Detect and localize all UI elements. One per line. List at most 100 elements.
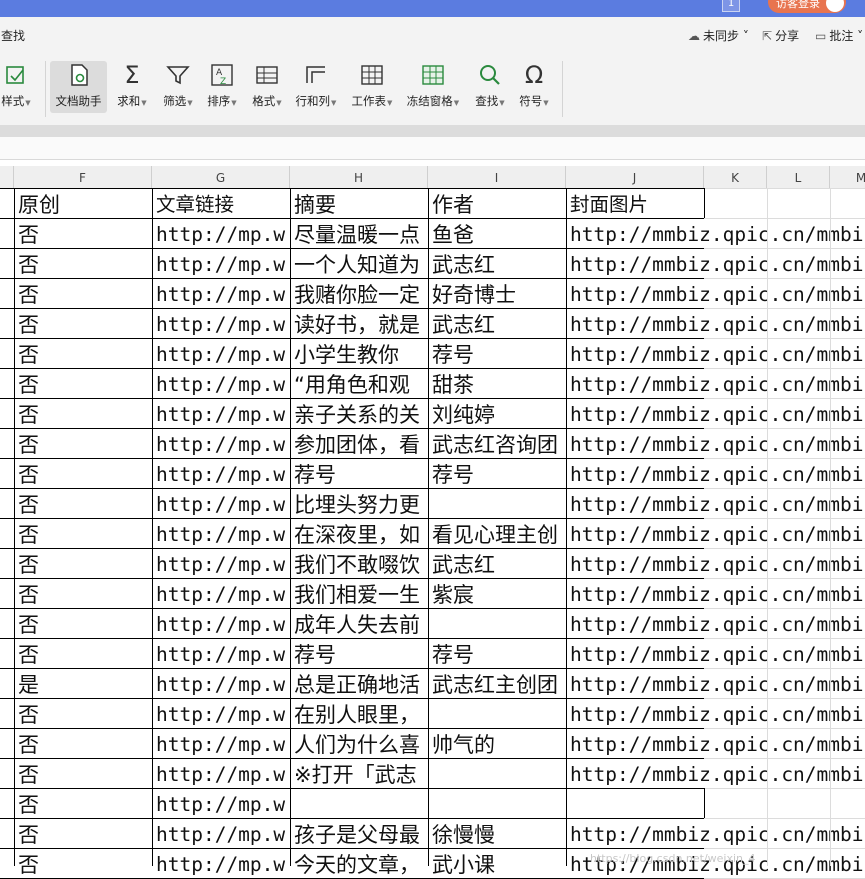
cell-h[interactable]: 尽量温暖一点	[290, 218, 428, 248]
cell-h[interactable]: 读好书，就是	[290, 308, 428, 338]
share-button[interactable]: ⇱ 分享	[762, 27, 799, 44]
cell-g[interactable]: http://mp.w	[152, 788, 290, 818]
cell-i[interactable]	[428, 608, 566, 638]
cell-i[interactable]: 看见心理主创	[428, 518, 566, 548]
cell-h[interactable]: 成年人失去前	[290, 608, 428, 638]
cell-g[interactable]: http://mp.w	[152, 248, 290, 278]
row-col-button[interactable]: 行和列▼	[292, 61, 340, 113]
cell-h[interactable]: 摘要	[290, 188, 428, 218]
cell-f[interactable]: 否	[14, 638, 152, 668]
cell-h[interactable]: 总是正确地活	[290, 668, 428, 698]
cell-j[interactable]: http://mmbiz.qpic.cn/mmbi	[566, 428, 865, 458]
cell-j[interactable]: http://mmbiz.qpic.cn/mmbi	[566, 248, 865, 278]
cell-h[interactable]: 人们为什么喜	[290, 728, 428, 758]
cell-f[interactable]: 否	[14, 398, 152, 428]
cell-f[interactable]: 否	[14, 278, 152, 308]
cell-f[interactable]: 否	[14, 728, 152, 758]
worksheet-button[interactable]: 工作表▼	[348, 61, 396, 113]
cell-i[interactable]	[428, 788, 566, 818]
cell-f[interactable]: 否	[14, 368, 152, 398]
style-button[interactable]: 样式▼	[0, 61, 36, 113]
cell-f[interactable]: 否	[14, 218, 152, 248]
tab-find[interactable]: 查找	[1, 27, 25, 44]
cell-h[interactable]	[290, 788, 428, 818]
cell-j[interactable]: http://mmbiz.qpic.cn/mmbi	[566, 698, 865, 728]
cell-i[interactable]: 好奇博士	[428, 278, 566, 308]
cell-i[interactable]	[428, 488, 566, 518]
sum-button[interactable]: Σ 求和▼	[113, 61, 151, 113]
cell-f[interactable]: 否	[14, 578, 152, 608]
cell-f[interactable]: 否	[14, 338, 152, 368]
cell-h[interactable]: 亲子关系的关	[290, 398, 428, 428]
cell-j[interactable]: http://mmbiz.qpic.cn/mmbi	[566, 518, 865, 548]
cell-g[interactable]: http://mp.w	[152, 578, 290, 608]
cell-j[interactable]: http://mmbiz.qpic.cn/mmbi	[566, 368, 865, 398]
cell-g[interactable]: http://mp.w	[152, 608, 290, 638]
cell-f[interactable]: 否	[14, 848, 152, 878]
cell-g[interactable]: http://mp.w	[152, 398, 290, 428]
cell-i[interactable]: 武志红	[428, 248, 566, 278]
cell-h[interactable]: 我们不敢啜饮	[290, 548, 428, 578]
cell-g[interactable]: http://mp.w	[152, 308, 290, 338]
cell-j[interactable]: http://mmbiz.qpic.cn/mmbi	[566, 218, 865, 248]
cell-f[interactable]: 否	[14, 518, 152, 548]
cell-i[interactable]: 徐慢慢	[428, 818, 566, 848]
cell-g[interactable]: 文章链接	[152, 188, 290, 218]
filter-button[interactable]: 筛选▼	[158, 61, 198, 113]
cell-j[interactable]: http://mmbiz.qpic.cn/mmbi	[566, 638, 865, 668]
cell-h[interactable]: 在深夜里，如	[290, 518, 428, 548]
cell-j[interactable]: http://mmbiz.qpic.cn/mmbi	[566, 818, 865, 848]
column-header-e[interactable]	[0, 166, 14, 188]
cell-g[interactable]: http://mp.w	[152, 368, 290, 398]
column-header-k[interactable]: K	[704, 166, 767, 188]
cell-h[interactable]: 孩子是父母最	[290, 818, 428, 848]
cell-i[interactable]: 武志红	[428, 548, 566, 578]
comment-button[interactable]: ▭ 批注 ˅	[815, 27, 863, 44]
cell-f[interactable]: 否	[14, 548, 152, 578]
find-button[interactable]: 查找▼	[471, 61, 509, 113]
cell-j[interactable]: http://mmbiz.qpic.cn/mmbi	[566, 308, 865, 338]
cell-h[interactable]: 小学生教你	[290, 338, 428, 368]
cell-g[interactable]: http://mp.w	[152, 698, 290, 728]
column-header-m[interactable]: M	[830, 166, 865, 188]
cell-g[interactable]: http://mp.w	[152, 488, 290, 518]
cell-h[interactable]: 今天的文章，	[290, 848, 428, 878]
cell-i[interactable]: 荐号	[428, 638, 566, 668]
cell-h[interactable]: 我赌你脸一定	[290, 278, 428, 308]
cell-j[interactable]: http://mmbiz.qpic.cn/mmbi	[566, 398, 865, 428]
cell-f[interactable]: 原创	[14, 188, 152, 218]
cell-i[interactable]: 帅气的	[428, 728, 566, 758]
cell-j[interactable]: http://mmbiz.qpic.cn/mmbi	[566, 488, 865, 518]
column-header-g[interactable]: G	[152, 166, 290, 188]
cell-f[interactable]: 否	[14, 458, 152, 488]
cell-h[interactable]: ※打开「武志	[290, 758, 428, 788]
cell-h[interactable]: 参加团体，看	[290, 428, 428, 458]
cell-h[interactable]: 比埋头努力更	[290, 488, 428, 518]
cell-h[interactable]: 荐号	[290, 638, 428, 668]
cell-j[interactable]	[566, 788, 865, 818]
cell-i[interactable]	[428, 758, 566, 788]
cell-i[interactable]: 武志红主创团	[428, 668, 566, 698]
cell-f[interactable]: 否	[14, 248, 152, 278]
sheet-grid[interactable]: 原创 文章链接 摘要 作者 封面图片否 http://mp.w 尽量温暖一点 鱼爸 http:/…	[0, 188, 865, 879]
cell-g[interactable]: http://mp.w	[152, 728, 290, 758]
cell-i[interactable]: 刘纯婷	[428, 398, 566, 428]
freeze-panes-button[interactable]: 冻结窗格▼	[404, 61, 462, 113]
sort-button[interactable]: AZ 排序▼	[203, 61, 241, 113]
cell-f[interactable]: 否	[14, 788, 152, 818]
cell-i[interactable]: 甜茶	[428, 368, 566, 398]
cell-g[interactable]: http://mp.w	[152, 218, 290, 248]
format-button[interactable]: 格式▼	[248, 61, 286, 113]
cell-i[interactable]: 武小课	[428, 848, 566, 878]
cell-j[interactable]: http://mmbiz.qpic.cn/mmbi	[566, 578, 865, 608]
cell-j[interactable]: http://mmbiz.qpic.cn/mmbi	[566, 758, 865, 788]
cell-i[interactable]	[428, 698, 566, 728]
cell-f[interactable]: 否	[14, 428, 152, 458]
cell-j[interactable]: http://mmbiz.qpic.cn/mmbi	[566, 608, 865, 638]
column-header-j[interactable]: J	[566, 166, 704, 188]
cell-i[interactable]: 紫宸	[428, 578, 566, 608]
column-header-f[interactable]: F	[14, 166, 152, 188]
cell-h[interactable]: “用角色和观	[290, 368, 428, 398]
symbol-button[interactable]: Ω 符号▼	[515, 61, 553, 113]
cell-g[interactable]: http://mp.w	[152, 818, 290, 848]
